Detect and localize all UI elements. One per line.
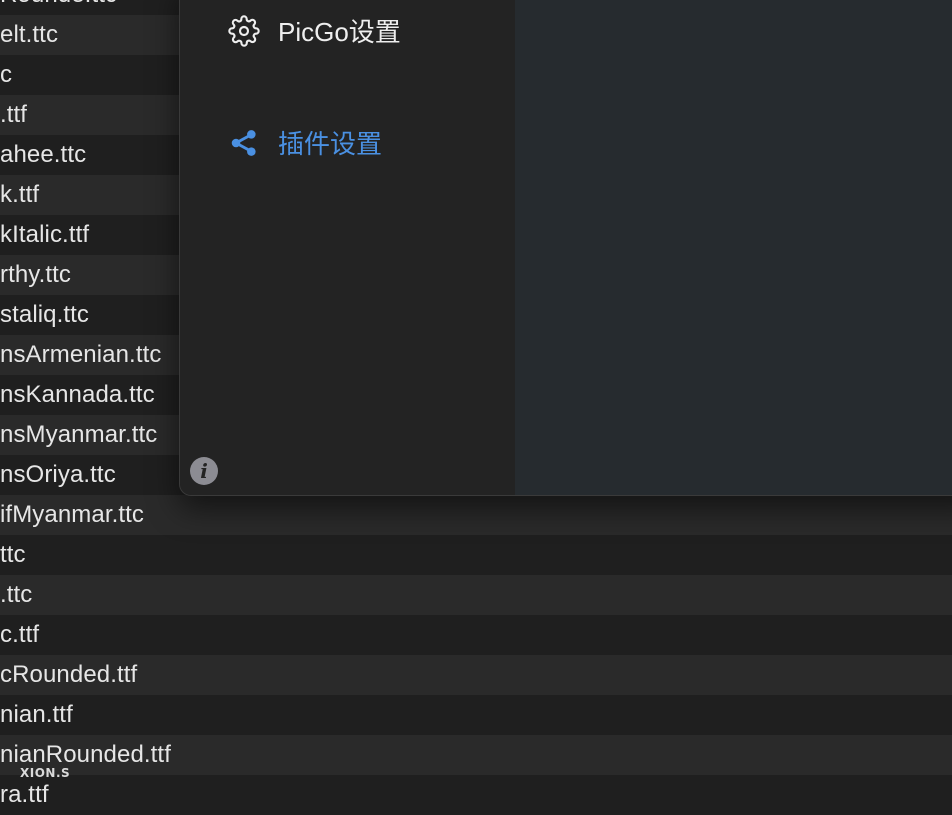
settings-sidebar: PicGo设置 插件设置 i (180, 0, 515, 495)
settings-window: PicGo设置 插件设置 i (179, 0, 952, 496)
file-name: nianRounded.ttf (0, 741, 171, 768)
gear-icon (228, 14, 260, 47)
list-item[interactable]: cRounded.ttf (0, 655, 952, 695)
watermark: XION.S (20, 766, 71, 780)
menu-item-picgo-settings[interactable]: PicGo设置 (228, 12, 401, 49)
list-item[interactable]: nian.ttf (0, 695, 952, 735)
file-name: ra.ttf (0, 781, 49, 808)
info-button[interactable]: i (190, 457, 218, 485)
file-name: cRounded.ttf (0, 661, 138, 688)
file-name: nian.ttf (0, 701, 73, 728)
share-icon (228, 127, 260, 159)
file-name: nsKannada.ttc (0, 381, 155, 408)
list-item[interactable]: ifMyanmar.ttc (0, 495, 952, 535)
file-name: Rounde.ttc (0, 0, 117, 9)
file-name: nsMyanmar.ttc (0, 421, 158, 448)
settings-content-pane (515, 0, 952, 495)
file-name: nsOriya.ttc (0, 461, 116, 488)
file-name: .ttf (0, 101, 28, 128)
list-item[interactable]: .ttc (0, 575, 952, 615)
file-name: c.ttf (0, 621, 40, 648)
list-item[interactable]: ttc (0, 535, 952, 575)
list-item[interactable]: ra.ttf (0, 775, 952, 815)
menu-item-label: 插件设置 (278, 129, 383, 159)
file-name: ifMyanmar.ttc (0, 501, 144, 528)
file-name: ahee.ttc (0, 141, 87, 168)
menu-item-plugin-settings[interactable]: 插件设置 (228, 124, 382, 161)
file-name: elt.ttc (0, 21, 59, 48)
list-item[interactable]: c.ttf (0, 615, 952, 655)
list-item[interactable]: nianRounded.ttf (0, 735, 952, 775)
menu-item-label: PicGo设置 (278, 17, 401, 47)
file-name: nsArmenian.ttc (0, 341, 162, 368)
file-name: kItalic.ttf (0, 221, 90, 248)
file-name: .ttc (0, 581, 33, 608)
file-name: k.ttf (0, 181, 40, 208)
file-name: ttc (0, 541, 26, 568)
info-icon: i (200, 459, 208, 483)
file-name: c (0, 61, 13, 88)
file-name: staliq.ttc (0, 301, 90, 328)
file-name: rthy.ttc (0, 261, 72, 288)
